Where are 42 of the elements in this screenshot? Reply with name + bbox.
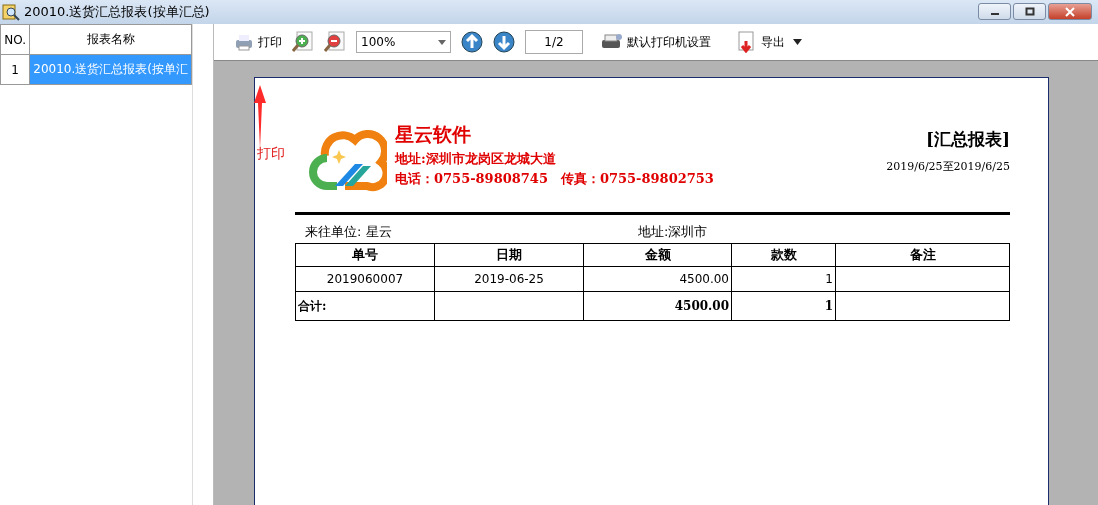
printer-setup-button[interactable]: 默认打印机设置 xyxy=(601,32,711,52)
window-title: 20010.送货汇总报表(按单汇总) xyxy=(24,3,210,21)
column-header: 款数 xyxy=(731,243,836,267)
page-number-field[interactable]: 1/2 xyxy=(525,30,583,54)
table-cell: 4500.00 xyxy=(583,291,732,321)
table-cell: 2019060007 xyxy=(295,266,435,292)
partner-address: 地址:深圳市 xyxy=(638,223,708,241)
close-button[interactable] xyxy=(1048,3,1092,20)
maximize-button[interactable] xyxy=(1013,3,1046,20)
column-header: 备注 xyxy=(835,243,1010,267)
annotation-text: 打印 xyxy=(257,145,285,161)
printer-icon xyxy=(234,33,254,51)
report-title: [汇总报表] xyxy=(925,128,1010,151)
table-cell: 2019-06-25 xyxy=(434,266,584,292)
zoom-out-icon[interactable] xyxy=(324,31,346,53)
zoom-in-icon[interactable] xyxy=(292,31,314,53)
table-cell: 合计: xyxy=(295,291,435,321)
company-address: 地址:深圳市龙岗区龙城大道 xyxy=(395,150,557,168)
table-cell: 4500.00 xyxy=(583,266,732,292)
table-cell: 1 xyxy=(731,291,836,321)
column-header: 日期 xyxy=(434,243,584,267)
column-header: 报表名称 xyxy=(29,24,192,55)
table-cell: 1 xyxy=(731,266,836,292)
zoom-dropdown[interactable]: 100% xyxy=(356,31,451,53)
table-cell: 1 xyxy=(0,54,30,85)
company-name: 星云软件 xyxy=(395,122,472,147)
app-icon xyxy=(2,3,20,21)
column-header: 单号 xyxy=(295,243,435,267)
column-header: 金额 xyxy=(583,243,732,267)
page-down-icon[interactable] xyxy=(493,31,515,53)
date-range: 2019/6/25至2019/6/25 xyxy=(886,159,1010,174)
minimize-button[interactable] xyxy=(978,3,1011,20)
column-header: NO. xyxy=(0,24,30,55)
dropdown-arrow-icon xyxy=(438,39,446,45)
export-button[interactable]: 导出 xyxy=(737,31,805,53)
company-contact: 电话：0755-89808745 传真：0755-89802753 xyxy=(395,170,714,188)
page-up-icon[interactable] xyxy=(461,31,483,53)
close-icon xyxy=(1065,6,1075,17)
partner-label: 来往单位: 星云 xyxy=(305,223,393,241)
document-download-icon xyxy=(737,31,757,53)
maximize-icon xyxy=(1024,7,1035,16)
print-button[interactable]: 打印 xyxy=(234,33,282,51)
